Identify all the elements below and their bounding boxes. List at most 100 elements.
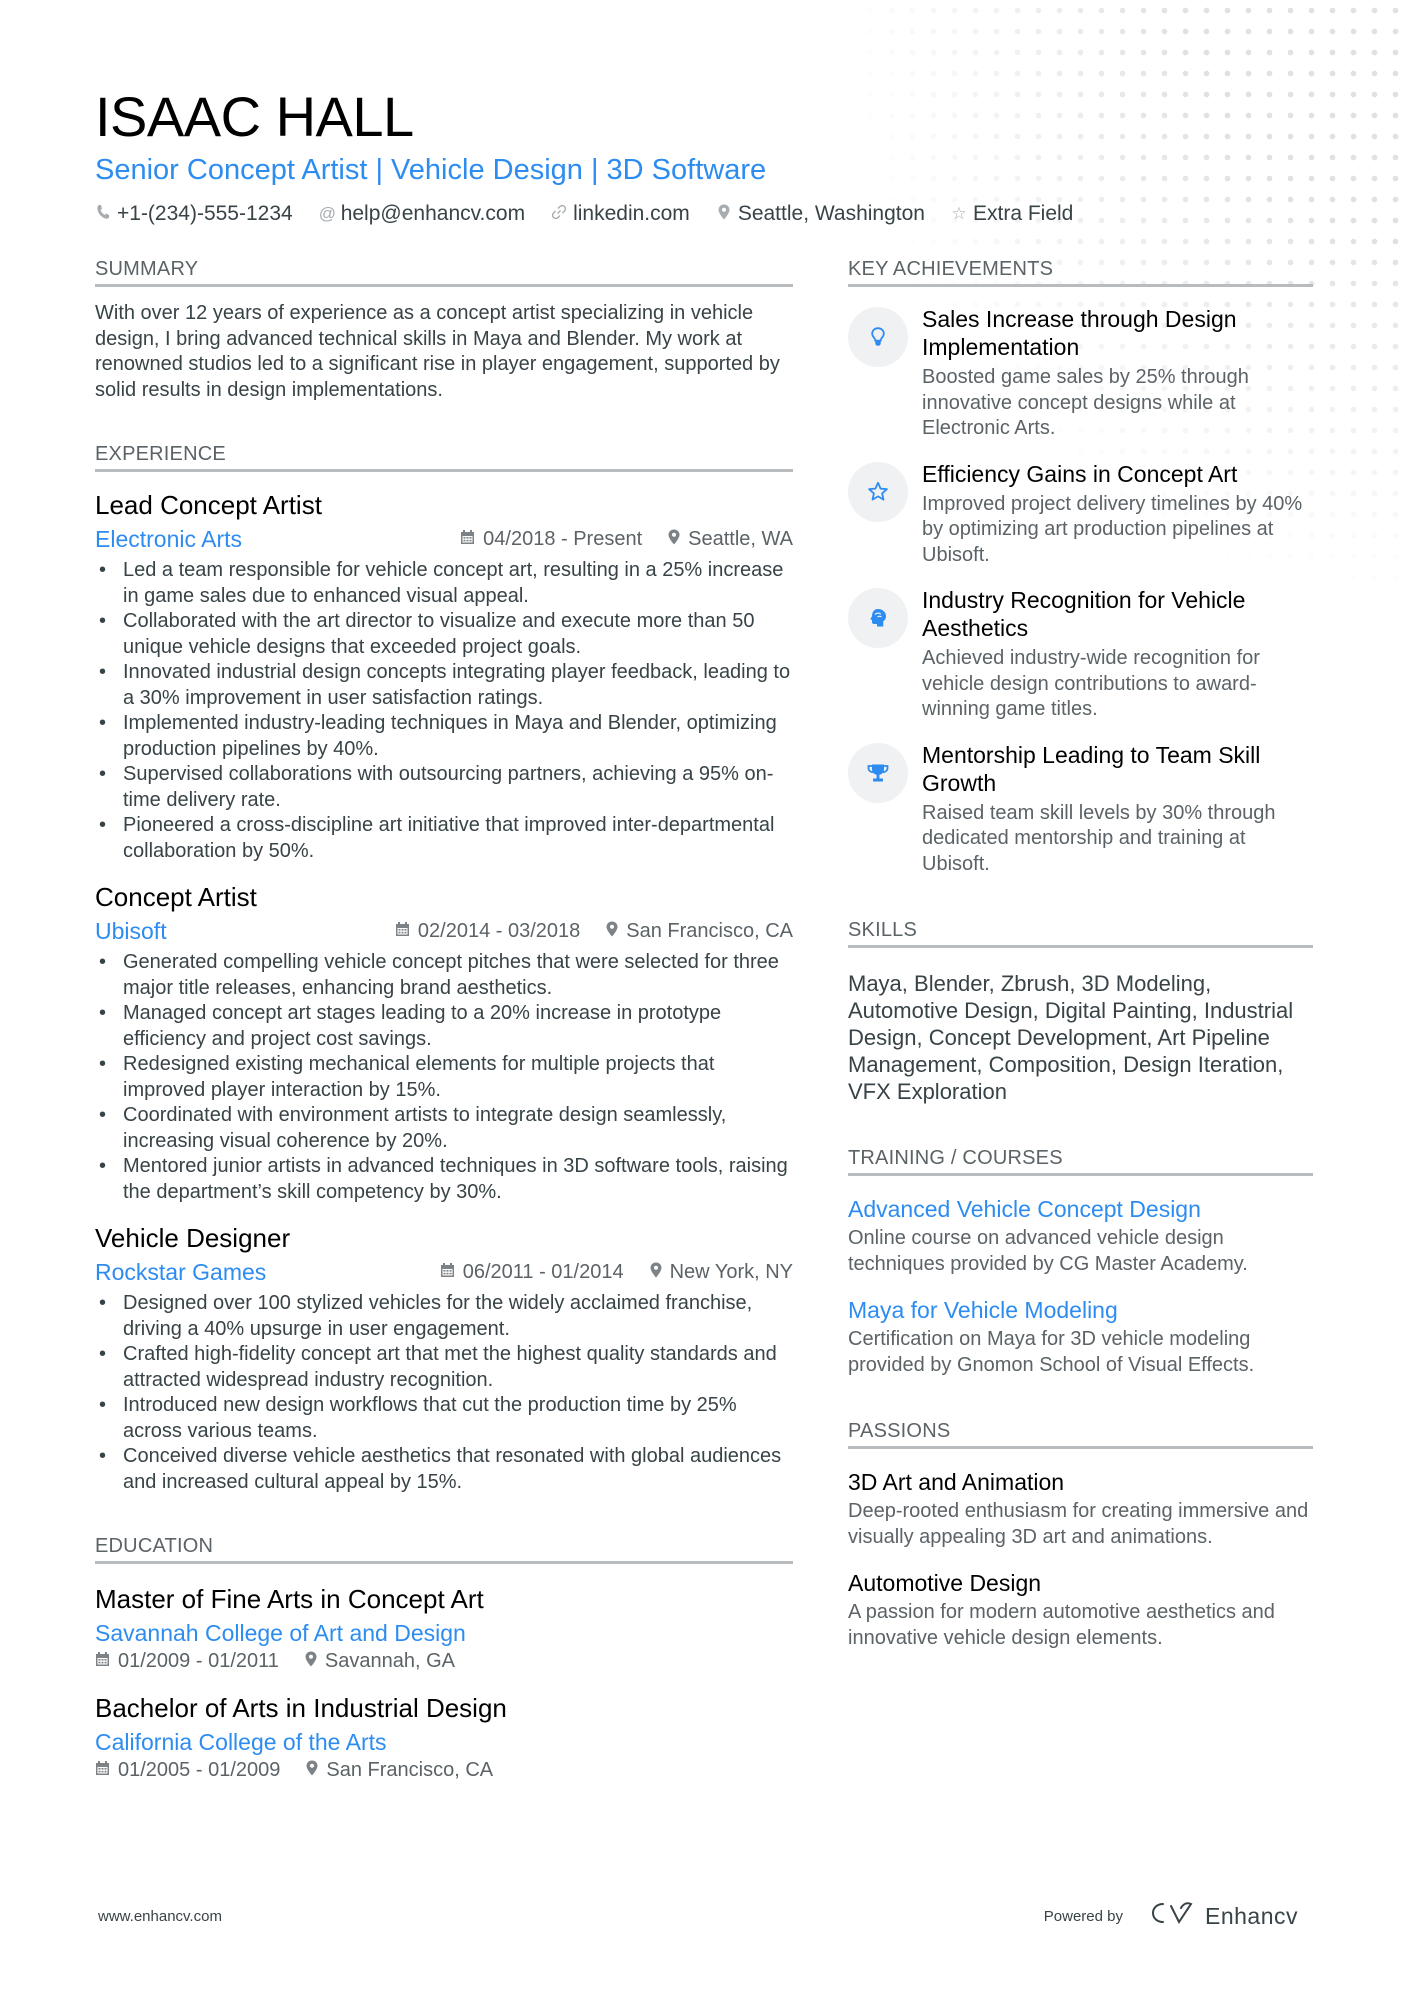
location-pin-icon <box>668 529 680 550</box>
education-location-text: Savannah, GA <box>324 1650 455 1672</box>
job-dates-text: 06/2011 - 01/2014 <box>462 1260 624 1283</box>
at-icon: @ <box>318 204 336 223</box>
job-bullet: Mentored junior artists in advanced tech… <box>95 1154 793 1205</box>
job-title: Lead Concept Artist <box>95 490 322 520</box>
powered-by: Powered by Enhancv <box>1044 1900 1298 1932</box>
job-dates: 04/2018 - Present <box>460 528 642 551</box>
education-location: Savannah, GA <box>305 1650 455 1673</box>
summary-section: SUMMARY With over 12 years of experience… <box>95 258 793 403</box>
job-bullet: Crafted high-fidelity concept art that m… <box>95 1342 793 1393</box>
education-meta: 01/2009 - 01/2011 Savannah, GA <box>95 1650 793 1673</box>
achievement-item: Sales Increase through Design Implementa… <box>848 305 1313 442</box>
lightbulb-icon <box>848 307 908 367</box>
job-entry: Concept Artist Ubisoft 02/2014 - 03/2018… <box>95 880 793 1205</box>
achievement-desc: Achieved industry-wide recognition for v… <box>922 647 1260 720</box>
enhancv-logo-icon <box>1149 1900 1195 1932</box>
resume-header: ISAAC HALL Senior Concept Artist | Vehic… <box>95 82 1315 226</box>
job-dates: 02/2014 - 03/2018 <box>395 920 580 943</box>
candidate-title: Senior Concept Artist | Vehicle Design |… <box>95 154 767 186</box>
degree-title: Bachelor of Arts in Industrial Design <box>95 1693 507 1723</box>
education-meta: 01/2005 - 01/2009 San Francisco, CA <box>95 1759 793 1782</box>
course-desc: Certification on Maya for 3D vehicle mod… <box>848 1328 1255 1376</box>
contact-extra-text: Extra Field <box>972 202 1074 225</box>
achievement-body: Industry Recognition for Vehicle Aesthet… <box>922 586 1313 723</box>
calendar-icon <box>460 529 475 550</box>
job-title: Vehicle Designer <box>95 1223 291 1253</box>
achievement-desc: Improved project delivery timelines by 4… <box>922 492 1303 566</box>
job-bullet: Pioneered a cross-discipline art initiat… <box>95 813 793 864</box>
achievement-title: Industry Recognition for Vehicle Aesthet… <box>922 587 1246 641</box>
right-column: KEY ACHIEVEMENTS Sales Increase through … <box>848 258 1313 1782</box>
achievement-desc: Raised team skill levels by 30% through … <box>922 801 1276 875</box>
summary-text: With over 12 years of experience as a co… <box>95 302 780 401</box>
enhancv-brand-text: Enhancv <box>1204 1902 1298 1929</box>
job-bullet: Managed concept art stages leading to a … <box>95 1001 793 1052</box>
passion-title: 3D Art and Animation <box>848 1469 1065 1495</box>
job-bullet: Collaborated with the art director to vi… <box>95 609 793 660</box>
school-name[interactable]: California College of the Arts <box>95 1727 793 1757</box>
passion-title: Automotive Design <box>848 1570 1042 1596</box>
education-dates: 01/2005 - 01/2009 <box>95 1759 280 1782</box>
contact-linkedin[interactable]: linkedin.com <box>551 202 690 226</box>
location-pin-icon <box>606 921 618 942</box>
trophy-icon <box>848 742 908 803</box>
achievements-section: KEY ACHIEVEMENTS Sales Increase through … <box>848 258 1313 877</box>
job-location-text: New York, NY <box>669 1260 793 1283</box>
company-name[interactable]: Rockstar Games <box>95 1257 266 1287</box>
achievement-body: Sales Increase through Design Implementa… <box>922 305 1313 442</box>
passion-item: Automotive Design A passion for modern a… <box>848 1568 1313 1651</box>
achievement-title: Mentorship Leading to Team Skill Growth <box>922 741 1261 796</box>
enhancv-logo[interactable]: Enhancv <box>1149 1900 1298 1932</box>
education-entry: Bachelor of Arts in Industrial Design Ca… <box>95 1691 793 1782</box>
job-dates-text: 04/2018 - Present <box>483 527 643 550</box>
star-icon <box>848 461 908 522</box>
footer: www.enhancv.com Powered by Enhancv <box>98 1900 1298 1932</box>
job-bullet: Coordinated with environment artists to … <box>95 1103 793 1154</box>
training-heading: TRAINING / COURSES <box>848 1147 1313 1176</box>
course-title[interactable]: Maya for Vehicle Modeling <box>848 1295 1313 1325</box>
job-entry: Vehicle Designer Rockstar Games 06/2011 … <box>95 1221 793 1495</box>
contact-location: Seattle, Washington <box>716 202 925 226</box>
education-section: EDUCATION Master of Fine Arts in Concept… <box>95 1535 793 1782</box>
degree-title: Master of Fine Arts in Concept Art <box>95 1584 484 1614</box>
summary-heading: SUMMARY <box>95 258 793 287</box>
achievement-title: Efficiency Gains in Concept Art <box>922 460 1238 487</box>
company-name[interactable]: Ubisoft <box>95 916 167 946</box>
skills-list: Maya, Blender, Zbrush, 3D Modeling, Auto… <box>848 971 1294 1104</box>
experience-section: EXPERIENCE Lead Concept Artist Electroni… <box>95 443 793 1495</box>
achievement-item: Efficiency Gains in Concept Art Improved… <box>848 460 1313 569</box>
job-bullet: Supervised collaborations with outsourci… <box>95 762 793 813</box>
achievement-body: Mentorship Leading to Team Skill Growth … <box>922 741 1313 878</box>
location-pin-icon <box>716 204 732 225</box>
resume-body: SUMMARY With over 12 years of experience… <box>95 258 1315 1782</box>
phone-icon <box>95 204 111 225</box>
achievement-body: Efficiency Gains in Concept Art Improved… <box>922 460 1313 569</box>
company-name[interactable]: Electronic Arts <box>95 524 242 554</box>
contact-bar: +1-(234)-555-1234 @ help@enhancv.com lin… <box>95 202 1315 226</box>
course-title[interactable]: Advanced Vehicle Concept Design <box>848 1194 1313 1224</box>
footer-website-link[interactable]: www.enhancv.com <box>98 1908 222 1925</box>
job-location-text: Seattle, WA <box>688 527 793 550</box>
achievement-item: Mentorship Leading to Team Skill Growth … <box>848 741 1313 878</box>
course-item: Maya for Vehicle Modeling Certification … <box>848 1295 1313 1378</box>
job-bullet: Led a team responsible for vehicle conce… <box>95 558 793 609</box>
job-meta: Rockstar Games 06/2011 - 01/2014 New Yor… <box>95 1257 793 1287</box>
job-bullets: Generated compelling vehicle concept pit… <box>95 950 793 1205</box>
achievement-title: Sales Increase through Design Implementa… <box>922 306 1237 360</box>
education-dates-text: 01/2005 - 01/2009 <box>118 1759 281 1781</box>
head-icon <box>848 588 908 648</box>
location-pin-icon <box>650 1262 662 1283</box>
passions-section: PASSIONS 3D Art and Animation Deep-roote… <box>848 1420 1313 1651</box>
job-bullet: Redesigned existing mechanical elements … <box>95 1052 793 1103</box>
contact-location-text: Seattle, Washington <box>737 202 925 225</box>
education-location: San Francisco, CA <box>306 1759 493 1782</box>
star-icon: ☆ <box>951 204 967 223</box>
school-name[interactable]: Savannah College of Art and Design <box>95 1618 793 1648</box>
education-dates-text: 01/2009 - 01/2011 <box>118 1650 279 1672</box>
job-title: Concept Artist <box>95 882 257 912</box>
contact-phone[interactable]: +1-(234)-555-1234 <box>95 202 293 226</box>
contact-email-text: help@enhancv.com <box>340 202 526 225</box>
achievement-item: Industry Recognition for Vehicle Aesthet… <box>848 586 1313 723</box>
job-location: New York, NY <box>650 1261 793 1284</box>
contact-email[interactable]: @ help@enhancv.com <box>319 202 525 226</box>
